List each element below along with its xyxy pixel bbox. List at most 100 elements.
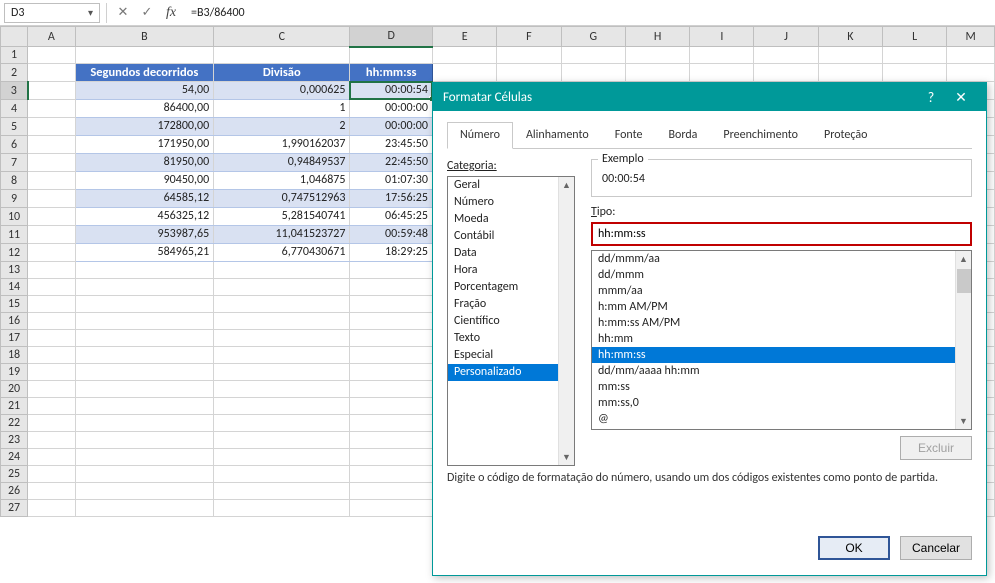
cancel-button[interactable]: Cancelar — [900, 536, 972, 560]
cell-D17[interactable] — [350, 330, 433, 347]
type-input[interactable] — [591, 222, 972, 246]
cell-B1[interactable] — [75, 47, 214, 64]
cell-A5[interactable] — [28, 118, 75, 136]
cell-B20[interactable] — [75, 381, 214, 398]
cell-A15[interactable] — [28, 296, 75, 313]
row-header-17[interactable]: 17 — [1, 330, 28, 347]
row-header-4[interactable]: 4 — [1, 100, 28, 118]
cell-A18[interactable] — [28, 347, 75, 364]
cell-K1[interactable] — [818, 47, 882, 64]
row-header-1[interactable]: 1 — [1, 47, 28, 64]
cell-D22[interactable] — [350, 415, 433, 432]
type-listbox[interactable]: dd/mmm/aadd/mmmmmm/aah:mm AM/PMh:mm:ss A… — [591, 250, 972, 430]
row-header-24[interactable]: 24 — [1, 449, 28, 466]
cell-C6[interactable]: 1,990162037 — [214, 136, 350, 154]
cell-A4[interactable] — [28, 100, 75, 118]
cell-C3[interactable]: 0,000625 — [214, 82, 350, 100]
cell-D25[interactable] — [350, 466, 433, 483]
col-header-G[interactable]: G — [561, 27, 625, 47]
cell-D2[interactable]: hh:mm:ss — [350, 64, 433, 82]
col-header-C[interactable]: C — [214, 27, 350, 47]
type-item[interactable]: hh:mm:ss — [592, 347, 955, 363]
cell-D11[interactable]: 00:59:48 — [350, 226, 433, 244]
category-item[interactable]: Texto — [448, 330, 558, 347]
cell-B8[interactable]: 90450,00 — [75, 172, 214, 190]
ok-button[interactable]: OK — [818, 536, 890, 560]
cell-C14[interactable] — [214, 279, 350, 296]
cell-B15[interactable] — [75, 296, 214, 313]
cell-B5[interactable]: 172800,00 — [75, 118, 214, 136]
cell-B22[interactable] — [75, 415, 214, 432]
dialog-titlebar[interactable]: Formatar Células ? ✕ — [433, 83, 986, 111]
close-icon[interactable]: ✕ — [946, 89, 976, 106]
category-item[interactable]: Fração — [448, 296, 558, 313]
cell-C23[interactable] — [214, 432, 350, 449]
formula-input[interactable]: =B3/86400 — [185, 3, 991, 23]
col-header-E[interactable]: E — [432, 27, 496, 47]
type-item[interactable]: [h]:mm:ss — [592, 427, 955, 429]
delete-button[interactable]: Excluir — [900, 436, 972, 460]
scroll-down-icon[interactable]: ▼ — [956, 413, 971, 429]
cell-B21[interactable] — [75, 398, 214, 415]
cell-D20[interactable] — [350, 381, 433, 398]
category-item[interactable]: Científico — [448, 313, 558, 330]
chevron-down-icon[interactable]: ▾ — [88, 6, 93, 19]
row-header-27[interactable]: 27 — [1, 500, 28, 517]
cell-A22[interactable] — [28, 415, 75, 432]
row-header-20[interactable]: 20 — [1, 381, 28, 398]
cell-B24[interactable] — [75, 449, 214, 466]
cell-G2[interactable] — [561, 64, 625, 82]
cell-D13[interactable] — [350, 262, 433, 279]
cell-C12[interactable]: 6,770430671 — [214, 244, 350, 262]
cell-A9[interactable] — [28, 190, 75, 208]
cell-B12[interactable]: 584965,21 — [75, 244, 214, 262]
cell-D12[interactable]: 18:29:25 — [350, 244, 433, 262]
cell-C2[interactable]: Divisão — [214, 64, 350, 82]
cell-B18[interactable] — [75, 347, 214, 364]
cell-C13[interactable] — [214, 262, 350, 279]
cell-B2[interactable]: Segundos decorridos — [75, 64, 214, 82]
help-icon[interactable]: ? — [916, 89, 946, 106]
col-header-H[interactable]: H — [625, 27, 689, 47]
scrollbar[interactable]: ▲ ▼ — [558, 177, 574, 465]
cell-C7[interactable]: 0,94849537 — [214, 154, 350, 172]
cell-C10[interactable]: 5,281540741 — [214, 208, 350, 226]
category-item[interactable]: Especial — [448, 347, 558, 364]
cell-A10[interactable] — [28, 208, 75, 226]
cell-D26[interactable] — [350, 483, 433, 500]
cell-M1[interactable] — [947, 47, 995, 64]
cell-C20[interactable] — [214, 381, 350, 398]
cell-A1[interactable] — [28, 47, 75, 64]
cell-C19[interactable] — [214, 364, 350, 381]
cell-D18[interactable] — [350, 347, 433, 364]
type-item[interactable]: h:mm:ss AM/PM — [592, 315, 955, 331]
cell-B16[interactable] — [75, 313, 214, 330]
cell-C17[interactable] — [214, 330, 350, 347]
cell-G1[interactable] — [561, 47, 625, 64]
cell-B6[interactable]: 171950,00 — [75, 136, 214, 154]
cell-B7[interactable]: 81950,00 — [75, 154, 214, 172]
cell-A11[interactable] — [28, 226, 75, 244]
cell-B9[interactable]: 64585,12 — [75, 190, 214, 208]
tab-número[interactable]: Número — [447, 122, 513, 149]
row-header-19[interactable]: 19 — [1, 364, 28, 381]
cell-A21[interactable] — [28, 398, 75, 415]
row-header-25[interactable]: 25 — [1, 466, 28, 483]
row-header-16[interactable]: 16 — [1, 313, 28, 330]
cell-D7[interactable]: 22:45:50 — [350, 154, 433, 172]
cell-H2[interactable] — [625, 64, 689, 82]
select-all-corner[interactable] — [1, 27, 28, 47]
cell-K2[interactable] — [818, 64, 882, 82]
type-item[interactable]: @ — [592, 411, 955, 427]
cell-D3[interactable]: 00:00:54 — [350, 82, 433, 100]
cell-A16[interactable] — [28, 313, 75, 330]
cell-C24[interactable] — [214, 449, 350, 466]
category-item[interactable]: Personalizado — [448, 364, 558, 381]
category-item[interactable]: Geral — [448, 177, 558, 194]
cell-B25[interactable] — [75, 466, 214, 483]
category-item[interactable]: Número — [448, 194, 558, 211]
cell-C16[interactable] — [214, 313, 350, 330]
cell-A17[interactable] — [28, 330, 75, 347]
cell-C15[interactable] — [214, 296, 350, 313]
cell-D23[interactable] — [350, 432, 433, 449]
